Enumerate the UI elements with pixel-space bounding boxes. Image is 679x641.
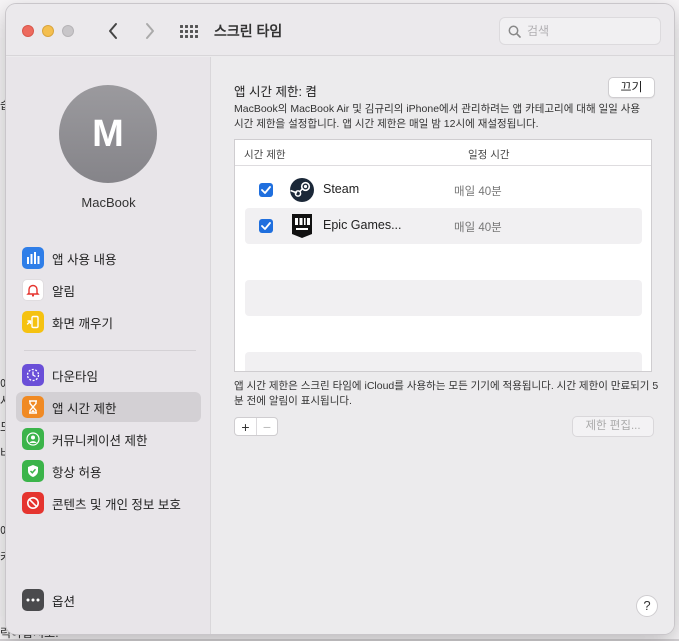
sidebar-item-label: 커뮤니케이션 제한: [52, 433, 148, 448]
zoom-window-button[interactable]: [62, 25, 74, 37]
app-time-limit: 매일 40분: [454, 222, 502, 234]
restriction-icon: [22, 492, 44, 514]
sidebar-item-communication-limits[interactable]: 커뮤니케이션 제한: [16, 424, 201, 454]
sidebar-item-label: 화면 깨우기: [52, 316, 113, 331]
sidebar-item-content-privacy[interactable]: 콘텐츠 및 개인 정보 보호: [16, 488, 201, 518]
row-checkbox[interactable]: [259, 183, 273, 197]
search-field[interactable]: [499, 17, 661, 45]
hourglass-icon: [22, 396, 44, 418]
avatar: M: [59, 85, 157, 183]
steam-icon: [289, 177, 315, 203]
sidebar-item-downtime[interactable]: 다운타임: [16, 360, 201, 390]
app-time-limit: 매일 40분: [454, 186, 502, 198]
app-limits-panel: 앱 시간 제한: 켬 끄기 MacBook의 MacBook Air 및 김규리…: [212, 57, 674, 634]
pickups-icon: [22, 311, 44, 333]
sidebar-item-label: 알림: [52, 284, 76, 299]
app-usage-icon: [22, 247, 44, 269]
add-remove-control: + −: [234, 417, 278, 436]
sidebar-item-label: 항상 허용: [52, 465, 102, 480]
window-title: 스크린 타임: [214, 23, 283, 39]
forward-button[interactable]: [138, 18, 162, 44]
chevron-left-icon: [109, 23, 117, 39]
app-name: Steam: [323, 182, 360, 196]
sidebar-item-always-allowed[interactable]: 항상 허용: [16, 456, 201, 486]
row-checkbox[interactable]: [259, 219, 273, 233]
app-name: Epic Games...: [323, 218, 402, 232]
sidebar-item-label: 앱 사용 내용: [52, 252, 117, 267]
options-icon: [22, 589, 44, 611]
turn-off-button[interactable]: 끄기: [608, 77, 655, 98]
search-input[interactable]: [527, 24, 647, 38]
chevron-right-icon: [146, 23, 154, 39]
title-bar: 스크린 타임: [6, 4, 674, 56]
device-name: MacBook: [81, 195, 136, 210]
always-allowed-icon: [22, 460, 44, 482]
communication-icon: [22, 428, 44, 450]
minimize-window-button[interactable]: [42, 25, 54, 37]
sidebar-item-options[interactable]: 옵션: [16, 585, 201, 615]
add-limit-button[interactable]: +: [235, 418, 256, 435]
sidebar-item-label: 앱 시간 제한: [52, 401, 117, 416]
back-button[interactable]: [101, 18, 125, 44]
sidebar: M MacBook 앱 사용 내용 알림 화면 깨우기 다운타임 앱 시간 제한…: [6, 57, 211, 634]
app-limits-footnote: 앱 시간 제한은 스크린 타임에 iCloud를 사용하는 모든 기기에 적용됩…: [234, 380, 659, 407]
sidebar-item-label: 콘텐츠 및 개인 정보 보호: [52, 497, 181, 512]
sidebar-item-notifications[interactable]: 알림: [16, 275, 201, 305]
bell-icon: [22, 279, 44, 301]
show-all-grid-button[interactable]: [178, 21, 200, 41]
sidebar-divider: [24, 350, 196, 351]
remove-limit-button[interactable]: −: [256, 418, 277, 435]
app-limits-description: MacBook의 MacBook Air 및 김규리의 iPhone에서 관리하…: [234, 103, 641, 130]
sidebar-item-app-usage[interactable]: 앱 사용 내용: [16, 243, 201, 273]
screen-time-window: 스크린 타임 M MacBook 앱 사용 내용 알림 화면 깨우기: [6, 4, 674, 634]
sidebar-item-pickups[interactable]: 화면 깨우기: [16, 307, 201, 337]
table-header: 시간 제한 일정 시간: [235, 140, 651, 166]
epic-games-icon: [289, 213, 315, 239]
checkmark-icon: [261, 222, 271, 230]
sidebar-item-label: 옵션: [52, 594, 76, 609]
close-window-button[interactable]: [22, 25, 34, 37]
empty-table-row: [245, 280, 642, 316]
downtime-icon: [22, 364, 44, 386]
edit-limits-button[interactable]: 제한 편집...: [572, 416, 654, 437]
table-row[interactable]: Steam 매일 40분: [245, 172, 642, 208]
empty-table-row: [245, 352, 642, 371]
search-icon: [508, 25, 521, 38]
sidebar-item-app-limits[interactable]: 앱 시간 제한: [16, 392, 201, 422]
sidebar-item-label: 다운타임: [52, 369, 99, 384]
column-header-limit[interactable]: 시간 제한: [244, 147, 286, 162]
app-limits-table: 시간 제한 일정 시간 Steam 매일 40분 Epic Games... 매…: [234, 139, 652, 372]
checkmark-icon: [261, 186, 271, 194]
app-limits-status: 앱 시간 제한: 켬: [234, 85, 317, 99]
help-button[interactable]: ?: [636, 595, 658, 617]
column-header-time[interactable]: 일정 시간: [468, 147, 510, 162]
table-row[interactable]: Epic Games... 매일 40분: [245, 208, 642, 244]
